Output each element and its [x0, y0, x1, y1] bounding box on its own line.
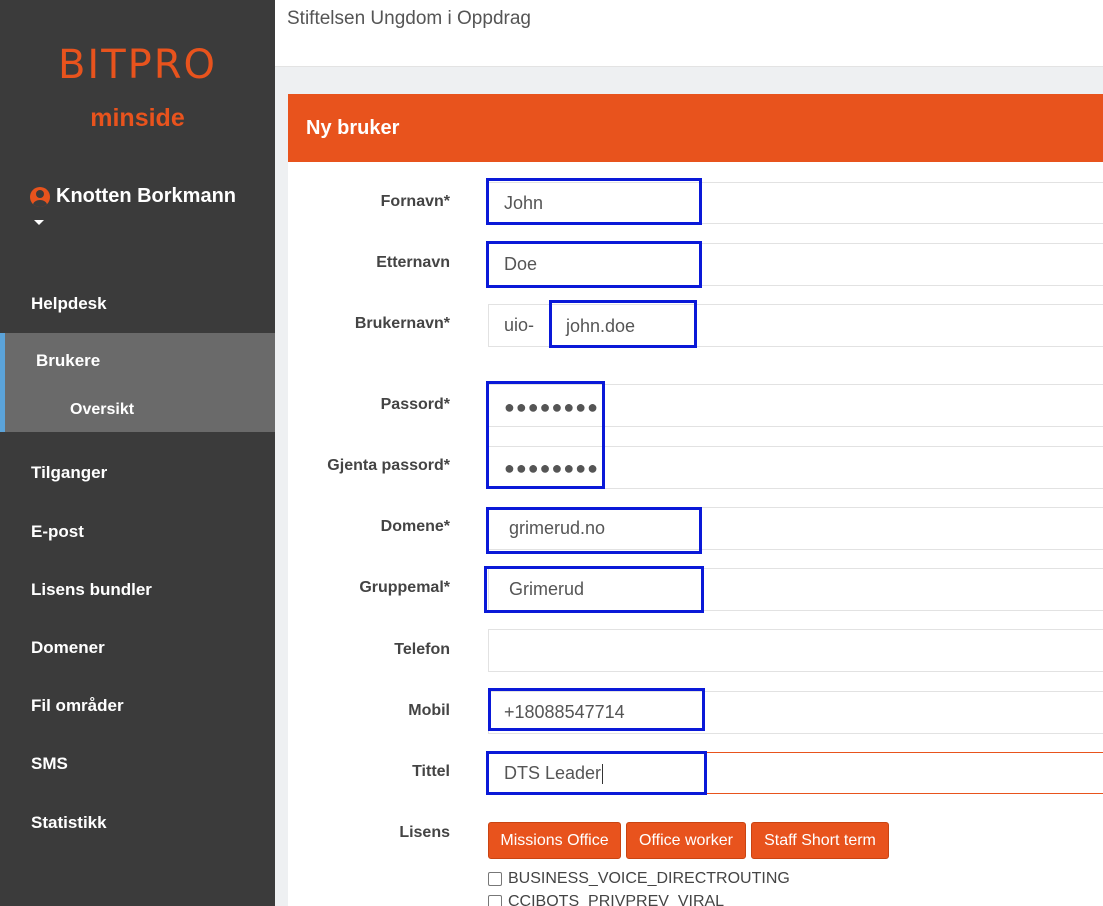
highlight-box — [549, 300, 697, 348]
highlight-box — [488, 688, 705, 731]
sidebar-item-lisens-bundler[interactable]: Lisens bundler — [0, 561, 275, 619]
logo: BITPRO — [0, 42, 275, 88]
highlight-box — [484, 566, 704, 613]
highlight-box — [486, 751, 707, 795]
sidebar-item-sms[interactable]: SMS — [0, 735, 275, 793]
sidebar-item-epost[interactable]: E-post — [0, 503, 275, 561]
highlight-box — [486, 381, 605, 489]
sidebar-item-fil-omrader[interactable]: Fil områder — [0, 677, 275, 735]
sidebar-item-label: Lisens bundler — [31, 580, 152, 599]
fornavn-label: Fornavn* — [380, 193, 450, 210]
brukernavn-label: Brukernavn* — [354, 315, 450, 332]
user-icon — [30, 186, 50, 207]
lisens-label: Lisens — [399, 824, 450, 841]
sidebar-item-helpdesk[interactable]: Helpdesk — [0, 275, 275, 333]
telefon-field[interactable] — [488, 629, 1103, 672]
sidebar-item-label: Helpdesk — [31, 294, 107, 313]
sidebar-item-label: E-post — [31, 522, 84, 541]
user-name: Knotten Borkmann — [56, 185, 236, 207]
license-checkbox-row[interactable]: BUSINESS_VOICE_DIRECTROUTING — [488, 870, 790, 888]
logo-subtitle: minside — [90, 104, 185, 132]
sidebar-item-tilganger[interactable]: Tilganger — [0, 444, 275, 502]
sidebar-item-oversikt[interactable]: Oversikt — [70, 401, 134, 419]
highlight-box — [486, 178, 702, 225]
checkbox[interactable] — [488, 872, 502, 886]
mobil-label: Mobil — [408, 702, 450, 719]
chevron-down-icon[interactable] — [34, 220, 44, 225]
sidebar-item-domener[interactable]: Domener — [0, 619, 275, 677]
license-staff-short-term-button[interactable]: Staff Short term — [751, 822, 889, 859]
etternavn-label: Etternavn — [376, 254, 450, 271]
logo-text: BITPRO — [57, 42, 218, 88]
sidebar-item-label: Domener — [31, 638, 105, 657]
highlight-box — [486, 241, 702, 288]
panel-title: Ny bruker — [288, 94, 1103, 162]
user-menu[interactable]: Knotten Borkmann — [30, 185, 236, 208]
checkbox-label: CCIBOTS_PRIVPREV_VIRAL — [508, 893, 725, 906]
sidebar-item-label: Statistikk — [31, 813, 107, 832]
username-prefix: uio- — [488, 304, 550, 347]
checkbox[interactable] — [488, 895, 502, 906]
sidebar-item-statistikk[interactable]: Statistikk — [0, 794, 275, 852]
telefon-label: Telefon — [394, 641, 450, 658]
passord-label: Passord* — [380, 396, 450, 413]
gjenta-passord-label: Gjenta passord* — [327, 457, 450, 474]
sidebar-group-brukere: Brukere Oversikt — [0, 333, 275, 432]
top-header: Stiftelsen Ungdom i Oppdrag — [275, 0, 1103, 67]
tittel-label: Tittel — [412, 763, 450, 780]
checkbox-label: BUSINESS_VOICE_DIRECTROUTING — [508, 870, 790, 887]
highlight-box — [486, 507, 702, 554]
license-checkbox-row[interactable]: CCIBOTS_PRIVPREV_VIRAL — [488, 893, 724, 906]
license-missions-office-button[interactable]: Missions Office — [488, 822, 621, 859]
sidebar-item-brukere[interactable]: Brukere — [36, 351, 100, 371]
page-title: Stiftelsen Ungdom i Oppdrag — [287, 8, 531, 29]
gruppemal-label: Gruppemal* — [359, 579, 450, 596]
sidebar: BITPRO minside Knotten Borkmann Helpdesk… — [0, 0, 275, 906]
sidebar-item-label: Tilganger — [31, 463, 108, 482]
domene-label: Domene* — [380, 518, 450, 535]
license-office-worker-button[interactable]: Office worker — [626, 822, 746, 859]
sidebar-item-label: SMS — [31, 754, 68, 773]
sidebar-item-label: Fil områder — [31, 696, 124, 715]
